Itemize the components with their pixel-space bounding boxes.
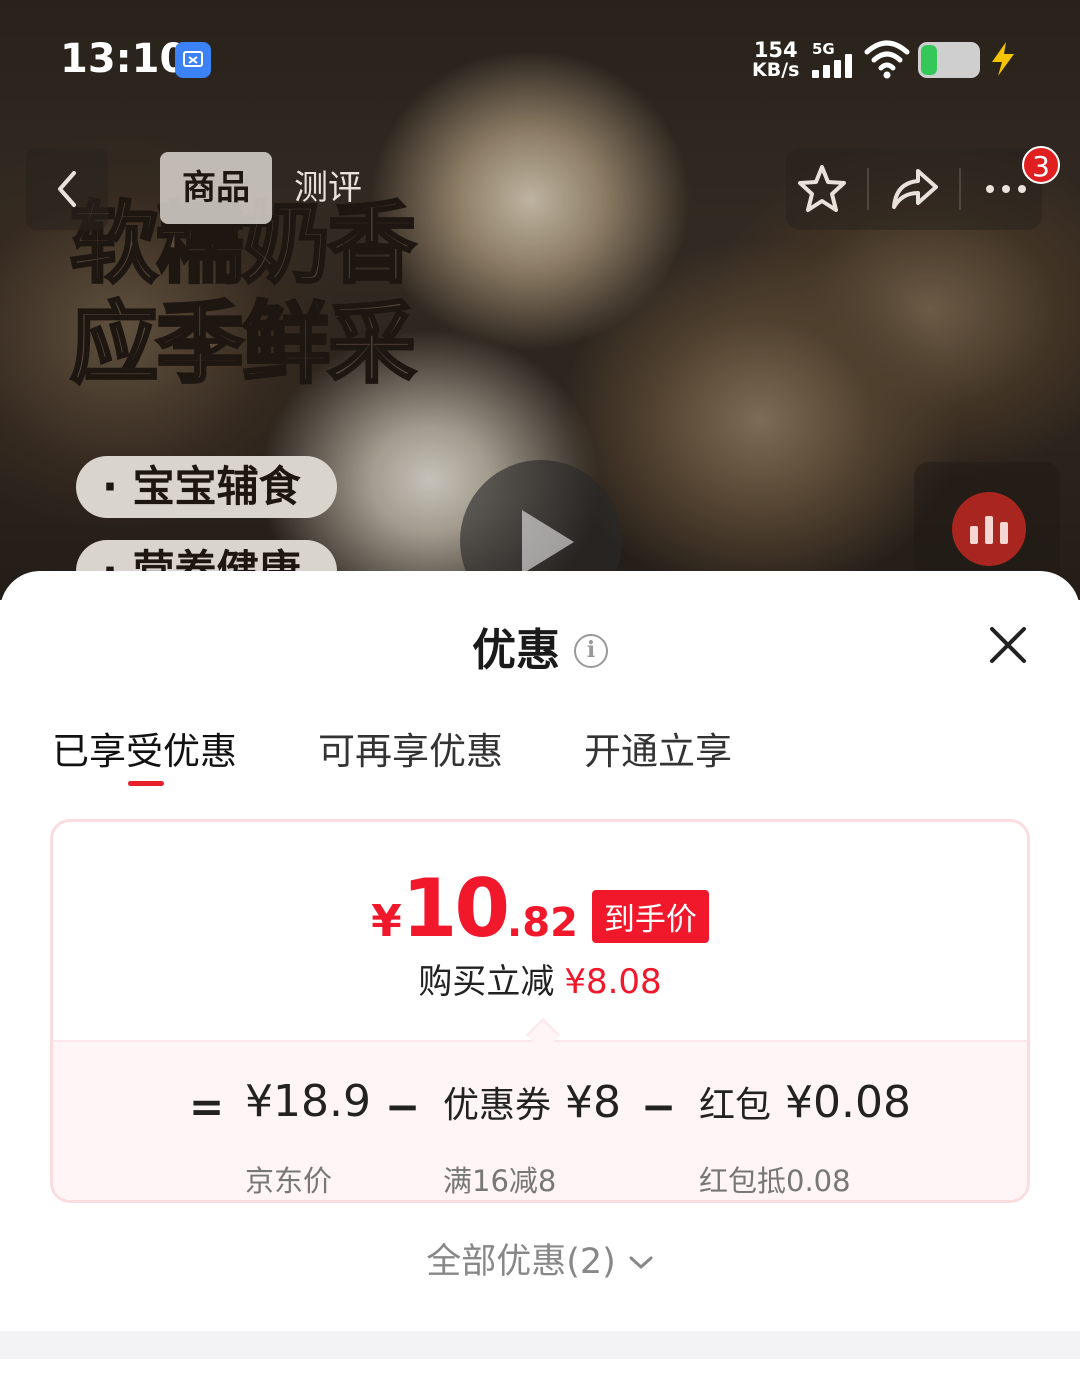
final-price: ¥10.82 到手价 bbox=[53, 862, 1027, 955]
network-speed-value: 154 bbox=[753, 38, 798, 62]
share-icon[interactable] bbox=[886, 161, 942, 217]
wifi-icon bbox=[864, 40, 910, 79]
tab-more-discounts[interactable]: 可再享优惠 bbox=[318, 721, 503, 775]
active-tab-indicator bbox=[128, 781, 164, 786]
nav-tabs: 商品 测评 bbox=[160, 150, 384, 226]
price-integer: 10 bbox=[401, 862, 510, 955]
tab-product[interactable]: 商品 bbox=[160, 152, 272, 224]
info-icon[interactable]: i bbox=[574, 634, 608, 668]
jd-price-value: ¥18.9 bbox=[245, 1076, 371, 1127]
sheet-title: 优惠 bbox=[472, 625, 560, 676]
network-speed-unit: KB/s bbox=[752, 59, 800, 81]
all-offers-link[interactable]: 全部优惠(2) bbox=[0, 1237, 1080, 1287]
coupon-rule: 满16减8 bbox=[443, 1164, 557, 1198]
clock: 13:10 bbox=[60, 36, 188, 82]
cart-badge: 3 bbox=[1022, 146, 1060, 184]
saving-row: 购买立减 ¥8.08 bbox=[53, 954, 1027, 1003]
coupon-label: 优惠券 bbox=[443, 1085, 552, 1126]
chevron-down-icon bbox=[629, 1256, 653, 1269]
tab-review[interactable]: 测评 bbox=[272, 152, 384, 224]
bar-chart-icon-bar bbox=[1000, 522, 1008, 544]
footer-divider bbox=[0, 1331, 1080, 1359]
jd-price-label: 京东价 bbox=[245, 1164, 333, 1198]
back-icon bbox=[58, 171, 76, 207]
tab-membership-discounts[interactable]: 开通立享 bbox=[584, 721, 732, 775]
price-decimal: .82 bbox=[507, 900, 578, 946]
final-price-tag: 到手价 bbox=[591, 890, 709, 943]
tab-enjoyed-discounts[interactable]: 已享受优惠 bbox=[52, 721, 237, 775]
discount-sheet: 优惠 i 已享受优惠 可再享优惠 开通立享 ¥10.82 到手价 购买立减 ¥8.08… bbox=[0, 571, 1080, 1375]
battery-icon bbox=[918, 42, 980, 78]
nav-actions bbox=[786, 148, 1042, 230]
signal-icon bbox=[812, 52, 856, 78]
saving-label: 购买立减 bbox=[418, 962, 555, 1002]
coupon-value: 优惠券 ¥8 bbox=[443, 1076, 621, 1128]
all-offers-label: 全部优惠(2) bbox=[426, 1242, 616, 1282]
price-breakdown: = ¥18.9 京东价 − 优惠券 ¥8 满16减8 − 红包 ¥0.08 红包… bbox=[53, 1040, 1027, 1200]
play-icon bbox=[522, 510, 574, 574]
bar-chart-icon bbox=[970, 526, 978, 544]
status-bar: 13:10 154 KB/s 5G bbox=[0, 0, 1080, 120]
back-button[interactable] bbox=[26, 148, 108, 230]
bar-chart-icon-bar bbox=[985, 516, 993, 544]
price-trend-button[interactable] bbox=[952, 492, 1026, 566]
red-packet-value: 红包 ¥0.08 bbox=[699, 1076, 911, 1128]
minus-sign-1: − bbox=[385, 1082, 421, 1131]
red-packet-amount: ¥0.08 bbox=[785, 1077, 911, 1128]
network-speed: 154 KB/s bbox=[752, 38, 800, 81]
red-packet-rule: 红包抵0.08 bbox=[699, 1164, 851, 1198]
sheet-header: 优惠 i bbox=[0, 621, 1080, 677]
equals-sign: = bbox=[189, 1082, 225, 1131]
promo-headline-2: 应季鲜采 bbox=[68, 292, 417, 395]
minus-sign-2: − bbox=[641, 1082, 677, 1131]
price-card: ¥10.82 到手价 购买立减 ¥8.08 = ¥18.9 京东价 − 优惠券 ¥8… bbox=[50, 819, 1030, 1203]
star-icon[interactable] bbox=[794, 161, 850, 217]
promo-tag-1: · 宝宝辅食 bbox=[76, 456, 337, 518]
saving-amount: ¥8.08 bbox=[564, 962, 662, 1002]
charging-bolt-icon bbox=[992, 42, 1014, 76]
coupon-amount: ¥8 bbox=[565, 1077, 622, 1128]
price-currency: ¥ bbox=[371, 896, 402, 947]
screenshot-app-icon bbox=[175, 42, 211, 78]
red-packet-label: 红包 bbox=[699, 1085, 772, 1126]
close-icon[interactable] bbox=[986, 623, 1030, 667]
